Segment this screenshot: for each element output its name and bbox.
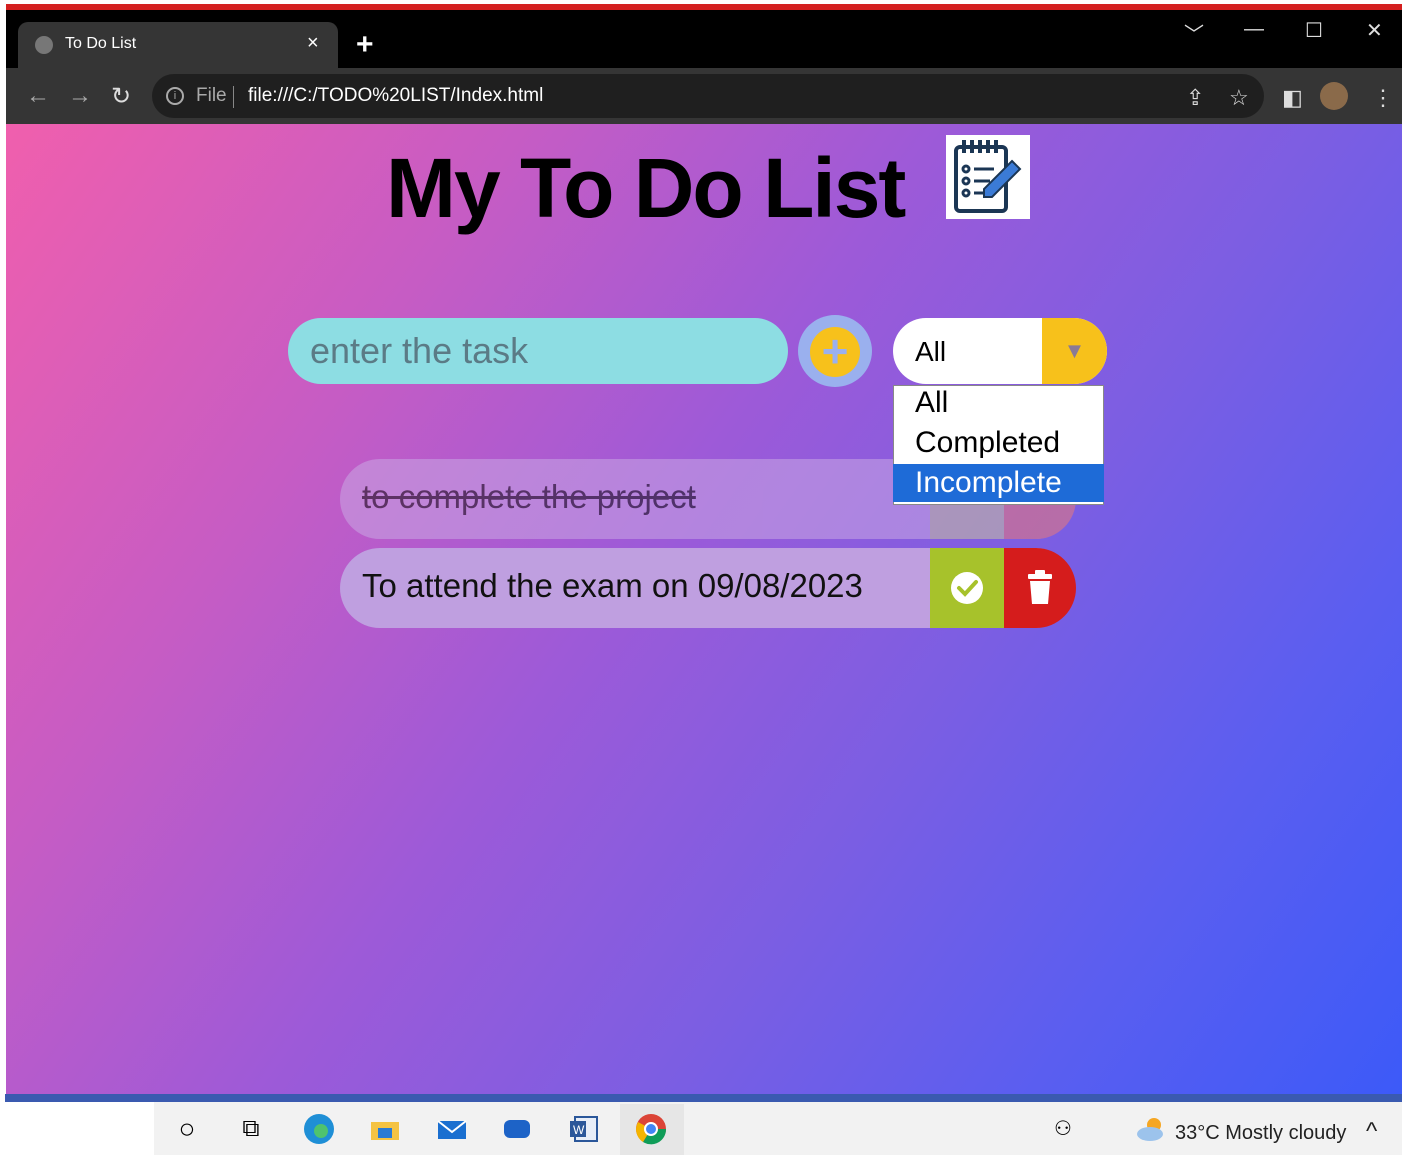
close-tab-icon[interactable]: × (307, 32, 319, 55)
todo-item-text: To attend the exam on 09/08/2023 (362, 567, 863, 604)
back-icon[interactable]: ← (26, 82, 50, 110)
todo-item-text: to complete the project (362, 478, 696, 515)
trash-button[interactable] (1004, 548, 1076, 628)
filter-option-all[interactable]: All (893, 384, 1104, 422)
share-icon[interactable]: ⇪ (1186, 85, 1204, 111)
svg-text:W: W (573, 1123, 585, 1137)
minimize-icon[interactable]: — (1244, 18, 1264, 41)
page-title: My To Do List (386, 141, 906, 235)
search-icon[interactable]: ○ (170, 1112, 204, 1146)
side-panel-icon[interactable]: ◧ (1282, 85, 1303, 111)
chevron-down-icon[interactable]: ▼ (1042, 318, 1107, 384)
globe-icon (35, 36, 53, 54)
task-input[interactable] (288, 318, 788, 384)
check-button[interactable] (930, 548, 1004, 628)
maximize-icon[interactable]: ☐ (1305, 18, 1323, 43)
forward-icon[interactable]: → (68, 82, 92, 110)
address-separator (233, 86, 234, 108)
filter-option-completed[interactable]: Completed (893, 424, 1104, 462)
people-icon[interactable]: ⚇ (1046, 1112, 1080, 1146)
word-icon[interactable]: W (567, 1112, 601, 1146)
taskbar-blank (0, 1102, 154, 1155)
url-text[interactable]: file:///C:/TODO%20LIST/Index.html (248, 85, 543, 107)
weather-text[interactable]: 33°C Mostly cloudy (1175, 1122, 1346, 1145)
tab-search-icon[interactable]: ﹀ (1184, 18, 1204, 47)
profile-avatar[interactable] (1320, 82, 1348, 110)
app-icon[interactable] (500, 1112, 534, 1146)
menu-icon[interactable]: ⋮ (1372, 85, 1394, 111)
new-tab-button[interactable]: + (356, 28, 374, 62)
file-explorer-icon[interactable] (368, 1112, 402, 1146)
file-label: File (196, 85, 227, 106)
close-window-icon[interactable]: ✕ (1366, 18, 1383, 43)
filter-option-incomplete[interactable]: Incomplete (893, 464, 1104, 502)
edge-icon[interactable] (302, 1112, 336, 1146)
tray-expand-icon[interactable]: ^ (1366, 1118, 1377, 1146)
reload-icon[interactable]: ↻ (111, 82, 131, 111)
taskbar-top-strip (5, 1094, 1402, 1102)
plus-icon: + (821, 325, 849, 377)
star-icon[interactable]: ☆ (1229, 85, 1249, 111)
filter-selected-value: All (915, 336, 947, 367)
notepad-icon (946, 135, 1030, 219)
info-icon[interactable]: i (166, 87, 184, 105)
task-view-icon[interactable]: ⧉ (234, 1112, 268, 1146)
weather-icon[interactable] (1134, 1112, 1168, 1146)
chrome-icon[interactable] (634, 1112, 668, 1146)
mail-icon[interactable] (435, 1112, 469, 1146)
tab-title: To Do List (65, 35, 137, 52)
